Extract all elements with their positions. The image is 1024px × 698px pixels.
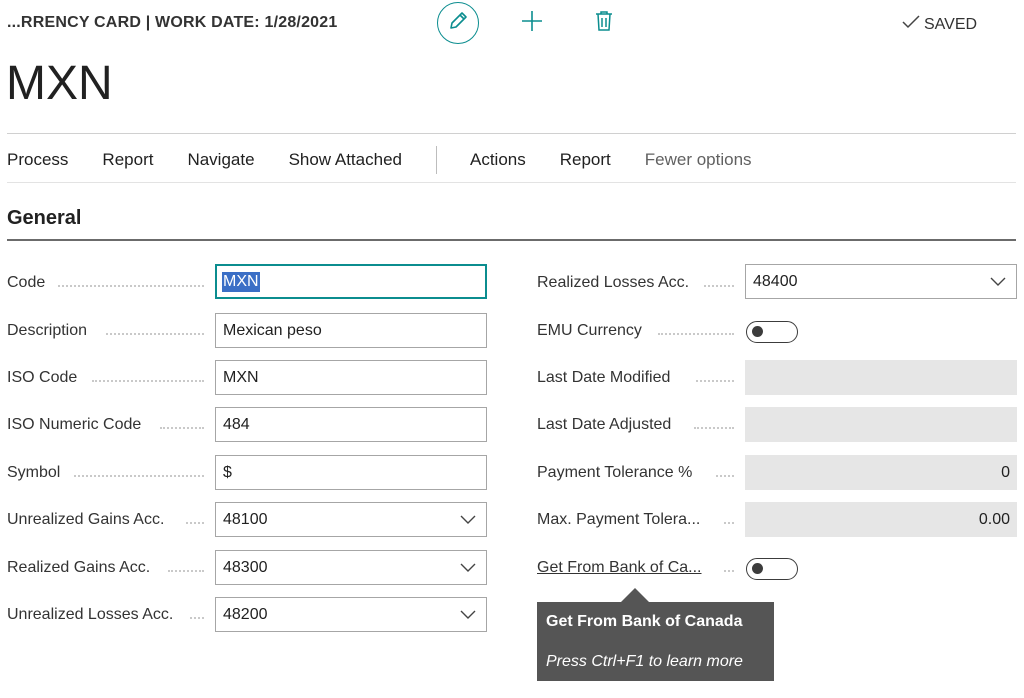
field-label-unrealized-gains-acc: Unrealized Gains Acc. (7, 511, 165, 528)
realized-gains-acc-value: 48300 (223, 558, 268, 576)
field-label-get-from-bank-of-canada[interactable]: Get From Bank of Ca... (537, 559, 702, 577)
field-label-emu-currency: EMU Currency (537, 322, 642, 339)
divider (7, 133, 1016, 134)
code-value: MXN (222, 271, 260, 292)
label-leader (160, 427, 204, 429)
iso-numeric-code-value: 484 (223, 415, 250, 433)
label-leader (694, 427, 734, 429)
label-leader (58, 285, 204, 287)
payment-tolerance-pct-value: 0 (1001, 463, 1010, 481)
menu-report-2[interactable]: Report (560, 150, 611, 170)
iso-numeric-code-input[interactable]: 484 (215, 407, 487, 442)
label-leader (92, 380, 204, 382)
field-label-unrealized-losses-acc: Unrealized Losses Acc. (7, 606, 174, 623)
label-leader (724, 522, 734, 524)
action-bar: Process Report Navigate Show Attached Ac… (7, 146, 786, 174)
emu-currency-toggle[interactable] (746, 321, 798, 343)
realized-gains-acc-select[interactable]: 48300 (215, 550, 487, 585)
label-leader (186, 522, 204, 524)
payment-tolerance-pct-field: 0 (745, 455, 1017, 490)
saved-status: SAVED (902, 14, 977, 35)
pencil-icon (447, 10, 469, 37)
menu-report[interactable]: Report (102, 150, 153, 170)
unrealized-losses-acc-value: 48200 (223, 605, 268, 623)
unrealized-gains-acc-select[interactable]: 48100 (215, 502, 487, 537)
menu-actions[interactable]: Actions (470, 150, 526, 170)
menu-navigate[interactable]: Navigate (187, 150, 254, 170)
toggle-knob (752, 563, 763, 574)
label-leader (724, 570, 734, 572)
label-leader (74, 475, 204, 477)
max-payment-tolerance-field: 0.00 (745, 502, 1017, 537)
iso-code-input[interactable]: MXN (215, 360, 487, 395)
field-label-last-date-modified: Last Date Modified (537, 369, 671, 386)
field-tooltip: Get From Bank of Canada Press Ctrl+F1 to… (537, 588, 774, 681)
code-input[interactable]: MXN (215, 264, 487, 299)
menu-process[interactable]: Process (7, 150, 68, 170)
menu-show-attached[interactable]: Show Attached (289, 150, 402, 170)
label-leader (704, 285, 734, 287)
symbol-input[interactable]: $ (215, 455, 487, 490)
field-label-realized-losses-acc: Realized Losses Acc. (537, 274, 690, 291)
max-payment-tolerance-value: 0.00 (978, 510, 1010, 528)
menu-separator (435, 146, 437, 174)
label-leader (716, 475, 734, 477)
trash-icon (595, 10, 613, 37)
saved-label: SAVED (924, 15, 978, 33)
unrealized-losses-acc-select[interactable]: 48200 (215, 597, 487, 632)
label-leader (168, 570, 204, 572)
check-icon (902, 14, 920, 35)
label-leader (696, 380, 734, 382)
field-label-iso-numeric-code: ISO Numeric Code (7, 416, 142, 433)
tooltip-hint: Press Ctrl+F1 to learn more (546, 653, 743, 670)
divider (7, 182, 1016, 183)
realized-losses-acc-value: 48400 (753, 272, 798, 290)
field-label-code: Code (7, 274, 46, 291)
chevron-down-icon[interactable] (990, 274, 1006, 292)
label-leader (190, 617, 204, 619)
last-date-modified-field (745, 360, 1017, 395)
page-title: MXN (6, 57, 113, 110)
label-leader (658, 333, 734, 335)
field-label-symbol: Symbol (7, 464, 61, 481)
field-label-iso-code: ISO Code (7, 369, 78, 386)
section-divider (7, 239, 1016, 241)
symbol-value: $ (223, 463, 232, 481)
realized-losses-acc-select[interactable]: 48400 (745, 264, 1017, 299)
delete-button[interactable] (592, 10, 616, 36)
breadcrumb: ...RRENCY CARD | WORK DATE: 1/28/2021 (7, 14, 338, 31)
field-label-realized-gains-acc: Realized Gains Acc. (7, 559, 151, 576)
plus-icon (521, 10, 543, 37)
last-date-adjusted-field (745, 407, 1017, 442)
get-from-bank-of-canada-toggle[interactable] (746, 558, 798, 580)
iso-code-value: MXN (223, 368, 259, 386)
menu-fewer-options[interactable]: Fewer options (645, 150, 752, 170)
label-leader (106, 333, 204, 335)
chevron-down-icon[interactable] (460, 512, 476, 530)
field-label-max-payment-tolerance: Max. Payment Tolera... (537, 511, 701, 528)
description-input[interactable]: Mexican peso (215, 313, 487, 348)
tooltip-title: Get From Bank of Canada (546, 613, 743, 630)
new-button[interactable] (520, 10, 544, 37)
field-label-last-date-adjusted: Last Date Adjusted (537, 416, 672, 433)
edit-button[interactable] (437, 2, 479, 44)
field-label-payment-tolerance-pct: Payment Tolerance % (537, 464, 693, 481)
unrealized-gains-acc-value: 48100 (223, 510, 268, 528)
chevron-down-icon[interactable] (460, 607, 476, 625)
section-title-general[interactable]: General (7, 207, 81, 230)
description-value: Mexican peso (223, 321, 322, 339)
field-label-description: Description (7, 322, 88, 339)
tooltip-arrow (621, 588, 649, 602)
chevron-down-icon[interactable] (460, 560, 476, 578)
toggle-knob (752, 326, 763, 337)
